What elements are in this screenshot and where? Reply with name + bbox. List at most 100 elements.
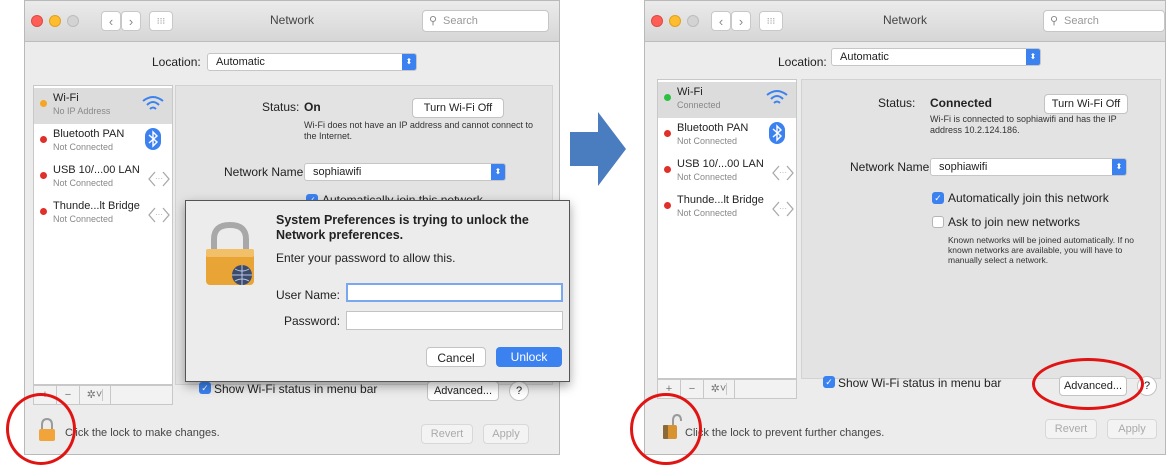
network-name-popup[interactable]: sophiawifi ⬍ (304, 163, 506, 181)
network-name-label: Network Name: (224, 165, 307, 179)
revert-button[interactable]: Revert (421, 424, 473, 444)
service-thunderbolt-bridge[interactable]: Thunde...lt Bridge Not Connected ··· (34, 196, 172, 232)
status-label: Status: (262, 100, 300, 114)
gear-menu-button[interactable]: ✲˅ (704, 380, 735, 398)
auto-join-checkbox[interactable]: ✓ (932, 192, 944, 204)
location-popup[interactable]: Automatic ⬍ (207, 53, 417, 71)
title-bar: ‹ › ⁝⁝⁝ Network ⚲ Search (645, 1, 1165, 42)
popup-arrows-icon: ⬍ (1112, 159, 1126, 175)
service-status: Not Connected (53, 178, 114, 188)
cancel-button[interactable]: Cancel (426, 347, 486, 367)
annotation-circle-advanced (1032, 358, 1144, 410)
status-dot (664, 166, 671, 173)
service-status: No IP Address (53, 106, 111, 116)
search-placeholder: Search (1064, 15, 1099, 27)
password-label: Password: (284, 314, 341, 328)
popup-arrows-icon: ⬍ (1026, 49, 1040, 65)
bluetooth-icon (769, 122, 785, 144)
status-dot (664, 94, 671, 101)
service-name: Wi-Fi (53, 92, 79, 104)
status-label: Status: (878, 96, 916, 110)
service-status: Connected (677, 100, 721, 110)
turn-wifi-off-button[interactable]: Turn Wi-Fi Off (1044, 94, 1128, 114)
service-wifi[interactable]: Wi-Fi Connected (658, 82, 796, 118)
location-popup[interactable]: Automatic ⬍ (831, 48, 1041, 66)
gear-menu-button[interactable]: ✲˅ (80, 386, 111, 404)
dialog-prompt: Enter your password to allow this. (276, 251, 456, 265)
wifi-icon (766, 90, 788, 104)
popup-arrows-icon: ⬍ (402, 54, 416, 70)
service-usb-lan[interactable]: USB 10/...00 LAN Not Connected ··· (658, 154, 796, 190)
show-wifi-status-checkbox[interactable]: ✓ (199, 382, 211, 394)
show-wifi-status-label: Show Wi-Fi status in menu bar (838, 376, 1002, 390)
service-status: Not Connected (677, 136, 738, 146)
apply-button[interactable]: Apply (483, 424, 529, 444)
dialog-heading: System Preferences is trying to unlock t… (276, 213, 529, 242)
show-wifi-status-checkbox[interactable]: ✓ (823, 376, 835, 388)
svg-text:···: ··· (155, 174, 163, 183)
service-usb-lan[interactable]: USB 10/...00 LAN Not Connected ··· (34, 160, 172, 196)
ask-join-label: Ask to join new networks (948, 215, 1081, 229)
network-name-label: Network Name: (850, 160, 933, 174)
search-field[interactable]: ⚲ Search (1043, 10, 1165, 32)
help-button[interactable]: ? (509, 381, 529, 401)
status-dot (40, 208, 47, 215)
service-thunderbolt-bridge[interactable]: Thunde...lt Bridge Not Connected ··· (658, 190, 796, 226)
network-name-value: sophiawifi (939, 161, 988, 173)
remove-service-button[interactable]: − (681, 380, 704, 398)
search-icon: ⚲ (1050, 15, 1059, 27)
lock-with-globe-icon (206, 221, 254, 285)
status-value: On (304, 100, 321, 114)
status-dot (664, 202, 671, 209)
password-input[interactable] (346, 311, 563, 330)
service-wifi[interactable]: Wi-Fi No IP Address (34, 88, 172, 124)
svg-text:···: ··· (779, 204, 787, 213)
status-description: Wi-Fi does not have an IP address and ca… (304, 120, 533, 141)
search-field[interactable]: ⚲ Search (422, 10, 549, 32)
ethernet-icon: ··· (148, 171, 170, 187)
svg-text:···: ··· (155, 210, 163, 219)
location-label: Location: (778, 55, 827, 69)
service-name: Bluetooth PAN (677, 122, 749, 134)
unlock-button[interactable]: Unlock (496, 347, 562, 367)
service-status: Not Connected (53, 214, 114, 224)
service-name: Wi-Fi (677, 86, 703, 98)
lock-instruction: Click the lock to prevent further change… (685, 427, 885, 439)
network-name-popup[interactable]: sophiawifi ⬍ (930, 158, 1127, 176)
ask-join-description: Known networks will be joined automatica… (948, 235, 1134, 265)
advanced-button[interactable]: Advanced... (427, 381, 499, 401)
status-dot (40, 136, 47, 143)
ethernet-icon: ··· (772, 201, 794, 217)
svg-text:···: ··· (779, 168, 787, 177)
wifi-icon (142, 96, 164, 110)
bluetooth-icon (145, 128, 161, 150)
username-label: User Name: (276, 288, 341, 302)
service-name: Thunde...lt Bridge (53, 200, 140, 212)
ethernet-icon: ··· (772, 165, 794, 181)
service-bluetooth-pan[interactable]: Bluetooth PAN Not Connected (658, 118, 796, 154)
search-icon: ⚲ (429, 15, 438, 27)
auto-join-label: Automatically join this network (948, 191, 1109, 205)
ethernet-icon: ··· (148, 207, 170, 223)
search-placeholder: Search (443, 15, 478, 27)
status-dot (40, 172, 47, 179)
wifi-settings-panel: Status: Connected Turn Wi-Fi Off Wi-Fi i… (801, 79, 1161, 379)
show-wifi-status-label: Show Wi-Fi status in menu bar (214, 382, 378, 396)
service-name: Thunde...lt Bridge (677, 194, 764, 206)
status-description: Wi-Fi is connected to sophiawifi and has… (930, 114, 1117, 135)
title-bar: ‹ › ⁝⁝⁝ Network ⚲ Search (25, 1, 559, 42)
service-name: Bluetooth PAN (53, 128, 125, 140)
revert-button[interactable]: Revert (1045, 419, 1097, 439)
service-bluetooth-pan[interactable]: Bluetooth PAN Not Connected (34, 124, 172, 160)
service-status: Not Connected (677, 208, 738, 218)
turn-wifi-off-button[interactable]: Turn Wi-Fi Off (412, 98, 504, 118)
status-dot (40, 100, 47, 107)
status-dot (664, 130, 671, 137)
username-input[interactable] (346, 283, 563, 302)
location-value: Automatic (840, 51, 889, 63)
ask-join-checkbox[interactable] (932, 216, 944, 228)
gear-icon: ✲˅ (86, 389, 104, 401)
apply-button[interactable]: Apply (1107, 419, 1157, 439)
service-list: Wi-Fi Connected Bluetooth PAN Not Connec… (657, 79, 797, 379)
service-name: USB 10/...00 LAN (53, 164, 140, 176)
